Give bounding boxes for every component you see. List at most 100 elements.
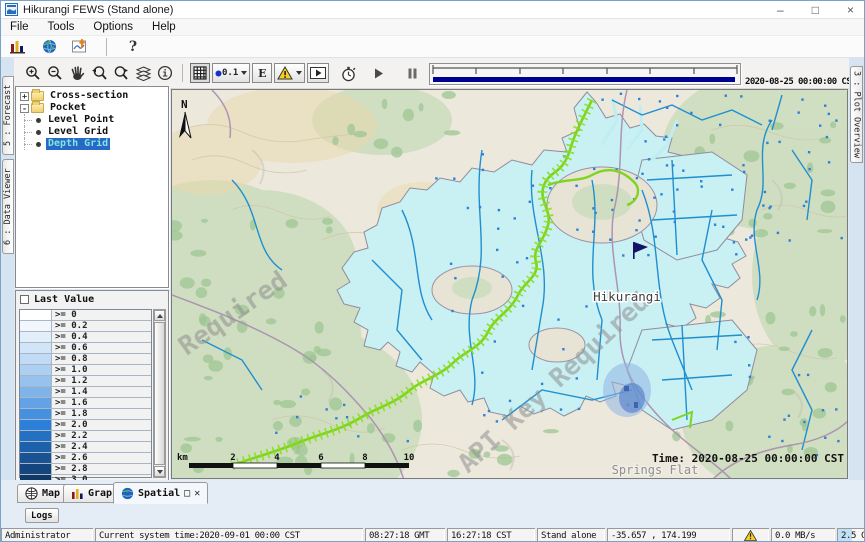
legend-row[interactable]: >= 1.4 [20,387,151,398]
legend-row[interactable]: >= 1.0 [20,365,151,376]
tab-spatial[interactable]: Spatial □ ✕ [113,482,208,504]
folder-icon [31,91,44,101]
legend-row[interactable]: >= 0.8 [20,354,151,365]
class-breaks-dropdown[interactable]: 0.1 [212,63,250,83]
bullet-icon [36,130,41,135]
legend-row[interactable]: >= 1.6 [20,398,151,409]
expand-icon[interactable]: + [20,92,29,101]
legend-color-swatch [20,453,52,463]
info-icon[interactable]: i [155,63,175,83]
legend-color-swatch [20,431,52,441]
menu-file[interactable]: File [10,21,29,33]
status-memory: 2.5 GB [837,528,864,542]
legend-row[interactable]: >= 0.4 [20,332,151,343]
tab-data-viewer[interactable]: 6 : Data Viewer [2,159,14,254]
legend-color-swatch [20,332,52,342]
database-results-icon[interactable] [8,37,28,57]
tree-node-label[interactable]: Level Point [46,114,116,126]
legend-row[interactable]: >= 0 [20,310,151,321]
last-value-checkbox[interactable] [20,295,29,304]
tree-node-level-point[interactable]: Level Point [20,114,168,126]
tree-node-cross-section[interactable]: + Cross-section [20,90,168,102]
status-gmt-time: 08:27:18 GMT [365,528,445,542]
zoom-in-icon[interactable] [23,63,43,83]
legend-row[interactable]: >= 2.6 [20,453,151,464]
tree-node-label[interactable]: Level Grid [46,126,110,138]
forecast-tree-panel: + Cross-section - Pocket Level Point Lev… [15,86,169,288]
scrollbar-thumb[interactable] [154,322,165,465]
tree-connector [20,126,34,138]
zoom-next-icon[interactable] [111,63,131,83]
tree-node-label-selected[interactable]: Depth Grid [46,138,110,150]
tab-map[interactable]: Map [17,484,68,503]
last-value-label: Last Value [34,294,94,305]
close-button[interactable]: × [847,1,854,19]
legend-row[interactable]: >= 0.2 [20,321,151,332]
menu-bar: File Tools Options Help [1,19,864,36]
depth-grid-patch [603,363,651,417]
logs-button[interactable]: Logs [25,508,59,523]
pan-hand-icon[interactable] [67,63,87,83]
tree-node-level-grid[interactable]: Level Grid [20,126,168,138]
status-warning-icon[interactable] [732,528,769,542]
status-mode: Stand alone [537,528,605,542]
legend-color-swatch [20,464,52,474]
tree-node-label[interactable]: Cross-section [48,90,130,102]
layers-icon[interactable] [133,63,153,83]
status-bar: Administrator Current system time:2020-0… [1,528,864,542]
tab-map-label: Map [42,488,60,499]
window-title: Hikurangi FEWS (Stand alone) [23,4,173,16]
scroll-down-button[interactable] [154,466,165,477]
place-label-hikurangi: Hikurangi [593,289,661,304]
timeline-slider[interactable] [429,63,741,85]
scroll-up-button[interactable] [154,310,165,321]
place-label-springs-flat: Springs Flat [612,463,699,477]
svg-text:6: 6 [318,453,323,463]
collapse-icon[interactable]: - [20,104,29,113]
title-bar[interactable]: Hikurangi FEWS (Stand alone) – □ × [1,1,864,19]
menu-tools[interactable]: Tools [48,21,75,33]
zoom-out-icon[interactable] [45,63,65,83]
map-globe-icon[interactable] [39,37,59,57]
legend-scrollbar[interactable] [153,309,166,478]
tree-node-label[interactable]: Pocket [48,102,88,114]
application-window: Hikurangi FEWS (Stand alone) – □ × File … [0,0,865,542]
svg-text:2: 2 [230,453,235,463]
play-button[interactable] [369,63,389,83]
menu-help[interactable]: Help [152,21,176,33]
tab-maximize-icon[interactable]: □ [184,488,190,499]
legend-row[interactable]: >= 2.2 [20,431,151,442]
zoom-previous-icon[interactable] [89,63,109,83]
timer-icon[interactable] [338,63,358,83]
legend-row[interactable]: >= 0.6 [20,343,151,354]
minimize-button[interactable]: – [777,1,784,19]
tree-node-depth-grid[interactable]: Depth Grid [20,138,168,150]
legend-row[interactable]: >= 1.2 [20,376,151,387]
help-icon[interactable]: ? [123,37,143,57]
animation-button[interactable] [307,63,329,83]
legend-row[interactable]: >= 2.8 [20,464,151,475]
legend-color-swatch [20,442,52,452]
menu-options[interactable]: Options [93,21,133,33]
grid-display-button[interactable] [190,63,210,83]
spatial-map-view[interactable]: API Key Required API Key Required Hikura… [171,89,848,479]
legend-label: >= 1.8 [52,409,151,419]
legend-label: >= 2.8 [52,464,151,474]
tab-spatial-label: Spatial [138,488,180,499]
tab-close-icon[interactable]: ✕ [194,488,200,499]
tree-connector [20,114,34,126]
legend-row[interactable]: >= 2.4 [20,442,151,453]
tab-forecast[interactable]: 5 : Forecast [2,76,14,155]
legend-color-swatch [20,409,52,419]
tab-plot-overview[interactable]: 3 : Plot Overview [850,66,863,163]
pause-button[interactable] [402,63,422,83]
map-time-label: Time: 2020-08-25 00:00:00 CST [652,452,844,465]
tree-node-pocket[interactable]: - Pocket [20,102,168,114]
maximize-button[interactable]: □ [812,1,819,19]
timeseries-dialog-icon[interactable] [70,37,90,57]
legend-row[interactable]: >= 2.0 [20,420,151,431]
legend-row[interactable]: >= 1.8 [20,409,151,420]
scale-bar-button[interactable]: E [252,63,272,83]
thresholds-dropdown[interactable] [274,63,305,83]
legend-label: >= 1.2 [52,376,151,386]
